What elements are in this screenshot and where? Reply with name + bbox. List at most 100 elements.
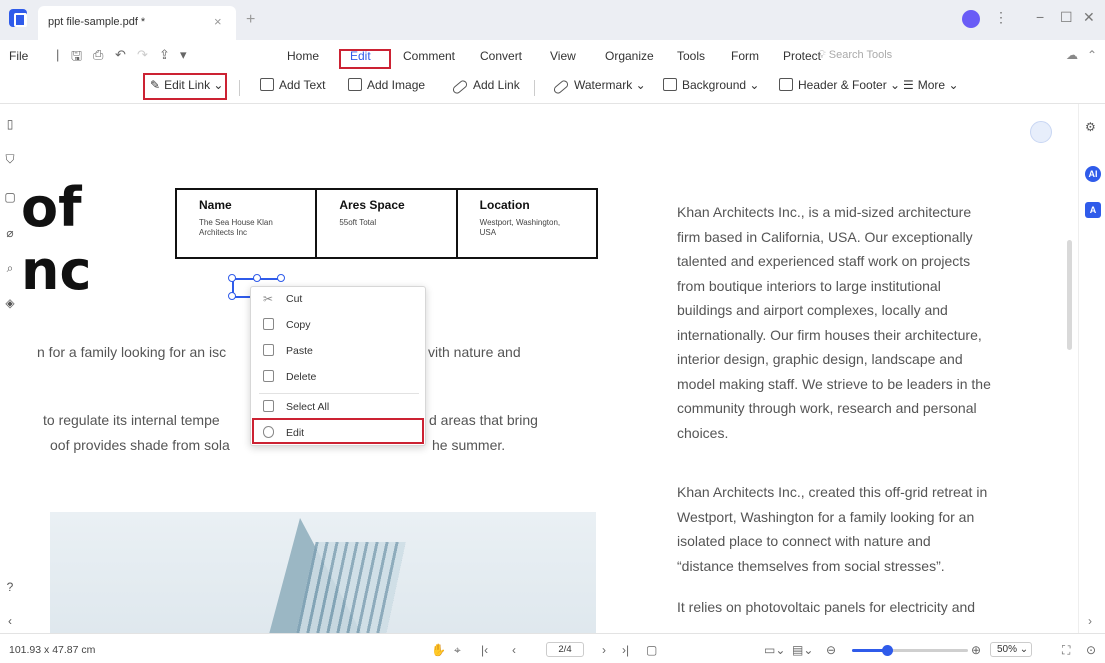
resize-handle[interactable] [277, 274, 285, 282]
document-canvas[interactable]: of nc Name The Sea House Klan Architects… [20, 104, 1078, 633]
link-icon [451, 78, 469, 96]
menu-home[interactable]: Home [287, 49, 319, 63]
table-header: Name [199, 198, 232, 212]
close-button[interactable]: ✕ [1083, 9, 1095, 26]
trash-icon [263, 370, 274, 382]
resize-handle[interactable] [228, 292, 236, 300]
add-image-button[interactable]: Add Image [348, 78, 425, 92]
bookmark-icon[interactable]: ⛉ [4, 152, 16, 166]
paragraph-line: Khan Architects Inc., created this off-g… [677, 484, 988, 500]
menu-convert[interactable]: Convert [480, 49, 522, 63]
page-thumbnail-icon[interactable]: ▯ [4, 117, 16, 131]
menu-file[interactable]: File [9, 49, 28, 63]
ai-assistant-icon[interactable]: AI [1085, 166, 1101, 182]
layout-icon[interactable]: ▤⌄ [792, 643, 813, 657]
table-header: Ares Space [339, 198, 405, 212]
zoom-out-icon[interactable]: ⊖ [826, 643, 836, 657]
hand-tool-icon[interactable]: ✋ [431, 643, 446, 657]
zoom-level-select[interactable]: 50% ⌄ [990, 642, 1032, 657]
redo-icon[interactable]: ↷ [137, 47, 148, 63]
paragraph-line: community through work, research and per… [677, 400, 977, 416]
help-icon[interactable]: ? [4, 580, 16, 594]
more-button[interactable]: ☰ More ⌄ [903, 78, 959, 92]
menu-tools[interactable]: Tools [677, 49, 705, 63]
menu-bar: File | 🖫 ⎙ ↶ ↷ ⇪ ▾ Home Edit Comment Con… [0, 40, 1105, 70]
table-cell: Westport, Washington, USA [479, 218, 561, 237]
save-icon[interactable]: 🖫 [71, 47, 82, 69]
tab-title: ppt file-sample.pdf * [48, 16, 146, 28]
select-tool-icon[interactable]: ⌖ [454, 643, 461, 658]
watermark-button[interactable]: Watermark ⌄ [552, 78, 646, 96]
zoom-in-icon[interactable]: ⊕ [971, 643, 981, 657]
page-number-input[interactable]: 2/4 [546, 642, 584, 657]
add-text-button[interactable]: Add Text [260, 78, 325, 92]
attachment-icon[interactable]: ⌀ [4, 226, 16, 240]
menu-comment[interactable]: Comment [403, 49, 455, 63]
menu-item-copy[interactable]: Copy [251, 313, 427, 337]
header-footer-button[interactable]: Header & Footer ⌄ [779, 78, 900, 92]
paragraph-line: Khan Architects Inc., is a mid-sized arc… [677, 204, 972, 220]
menu-item-select-all[interactable]: Select All [251, 395, 427, 419]
search-tools-input[interactable]: 💡︎ Search Tools [818, 49, 892, 62]
next-page-icon[interactable]: › [602, 643, 606, 657]
document-tab[interactable]: ppt file-sample.pdf * × [38, 6, 236, 40]
comment-icon[interactable]: ▢ [4, 190, 16, 204]
last-page-icon[interactable]: ›| [622, 643, 629, 657]
add-link-button[interactable]: Add Link [451, 78, 520, 96]
body-text-line: to regulate its internal tempe [43, 412, 220, 428]
avatar[interactable] [962, 10, 980, 28]
cloud-icon[interactable]: ☁ [1066, 48, 1078, 62]
floating-assistant-icon[interactable] [1030, 121, 1052, 143]
menu-organize[interactable]: Organize [605, 49, 654, 63]
maximize-button[interactable]: ☐ [1060, 9, 1073, 26]
undo-icon[interactable]: ↶ [115, 47, 126, 63]
body-text-line: oof provides shade from sola [50, 437, 230, 453]
translate-icon[interactable]: A [1085, 202, 1101, 218]
paragraph-line: “distance themselves from social stresse… [677, 557, 945, 574]
properties-icon[interactable]: ⚙ [1085, 120, 1096, 134]
body-text-line: vith nature and [428, 344, 521, 360]
select-all-icon [263, 400, 274, 412]
minimize-button[interactable]: − [1036, 9, 1044, 25]
paragraph-line: model making staff. We strieve to be lea… [677, 375, 991, 392]
background-button[interactable]: Background ⌄ [663, 78, 759, 92]
menu-protect[interactable]: Protect [783, 49, 821, 63]
paragraph-line: Westport, Washington for a family lookin… [677, 508, 975, 525]
fullscreen-icon[interactable]: ⛶ [1062, 643, 1070, 658]
new-tab-icon[interactable]: + [246, 11, 255, 29]
menu-view[interactable]: View [550, 49, 576, 63]
watermark-icon [552, 78, 570, 96]
left-sidebar: ▯ ⛉ ▢ ⌀ ⌕ ◈ ? ‹ [0, 104, 20, 633]
zoom-slider-knob[interactable] [881, 645, 893, 656]
collapse-right-icon[interactable]: › [1088, 614, 1092, 628]
zoom-slider[interactable] [852, 645, 968, 656]
share-icon[interactable]: ⇪ [159, 47, 170, 63]
resize-handle[interactable] [253, 274, 261, 282]
paragraph-line: choices. [677, 424, 729, 441]
fit-page-icon[interactable]: ▢ [646, 643, 657, 657]
print-icon[interactable]: ⎙ [93, 47, 103, 63]
settings-icon[interactable]: ⊙ [1086, 643, 1096, 657]
info-table: Name The Sea House Klan Architects Inc A… [175, 188, 598, 259]
collapse-left-icon[interactable]: ‹ [4, 614, 16, 628]
paragraph-line: from boutique interiors to large institu… [677, 277, 941, 294]
copy-icon [263, 318, 274, 330]
heading-fragment-top: of [21, 176, 82, 239]
collapse-ribbon-icon[interactable]: ⌃ [1087, 48, 1097, 62]
vertical-scrollbar[interactable] [1067, 240, 1072, 350]
page-dimensions: 101.93 x 47.87 cm [9, 644, 96, 656]
layers-icon[interactable]: ◈ [4, 296, 16, 310]
tab-close-icon[interactable]: × [214, 14, 222, 29]
view-mode-icon[interactable]: ▭⌄ [764, 643, 785, 657]
first-page-icon[interactable]: |‹ [481, 643, 488, 657]
resize-handle[interactable] [228, 274, 236, 282]
more-options-icon[interactable]: ⋮ [994, 9, 1008, 26]
right-paragraph-1: Khan Architects Inc., is a mid-sized arc… [677, 200, 1077, 445]
menu-item-cut[interactable]: ✂ Cut [251, 287, 427, 311]
menu-item-delete[interactable]: Delete [251, 365, 427, 389]
customize-icon[interactable]: ▾ [180, 47, 187, 63]
prev-page-icon[interactable]: ‹ [512, 643, 516, 657]
menu-form[interactable]: Form [731, 49, 759, 63]
menu-item-paste[interactable]: Paste [251, 339, 427, 363]
search-icon[interactable]: ⌕ [4, 261, 16, 275]
